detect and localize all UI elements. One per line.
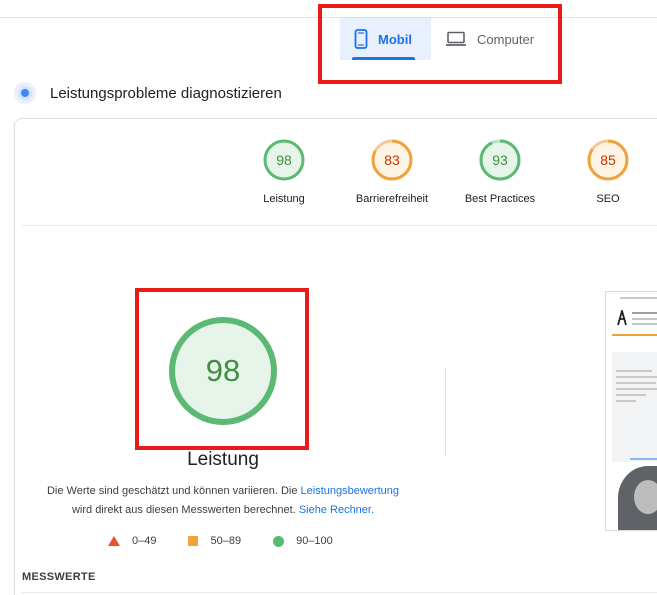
avatar	[618, 466, 657, 530]
calculator-link[interactable]: Siehe Rechner.	[299, 504, 374, 516]
gauge-ring: 83	[371, 139, 413, 181]
score-note: Die Werte sind geschätzt und können vari…	[40, 482, 406, 520]
note-text-2: wird direkt aus diesen Messwerten berech…	[71, 504, 299, 516]
performance-score-link[interactable]: Leistungsbewertung	[301, 485, 399, 497]
gauge-label: SEO	[596, 193, 620, 205]
gauge-ring: 93	[479, 139, 521, 181]
square-icon	[188, 536, 199, 546]
gauge-seo[interactable]: 85 SEO	[558, 139, 657, 205]
gauge-ring: 98	[263, 139, 305, 181]
diagnostics-icon	[14, 82, 36, 104]
legend-range: 90–100	[296, 535, 333, 547]
legend-range: 50–89	[210, 535, 242, 547]
note-text-1: Die Werte sind geschätzt und können vari…	[46, 485, 301, 497]
legend-average: 50–89	[188, 535, 241, 547]
gauge-label: Barrierefreiheit	[355, 193, 429, 205]
tabs-highlight-box	[318, 4, 562, 84]
score-legend: 0–49 50–89 90–100	[108, 535, 365, 547]
legend-range: 0–49	[132, 535, 157, 547]
gauge-ring: 85	[587, 139, 629, 181]
vertical-divider	[445, 368, 446, 456]
legend-fail: 0–49	[108, 535, 156, 547]
section-title: Leistungsprobleme diagnostizieren	[50, 84, 282, 102]
gauge-performance[interactable]: 98 Leistung	[234, 139, 334, 205]
page-screenshot-thumbnail[interactable]	[605, 291, 657, 531]
metrics-divider	[22, 592, 657, 593]
gauge-score: 98	[276, 152, 292, 168]
gauge-accessibility[interactable]: 83 Barrierefreiheit	[342, 139, 442, 205]
score-highlight-box	[135, 288, 309, 450]
gauge-label: Leistung	[263, 193, 305, 205]
gauge-best-practices[interactable]: 93 Best Practices	[450, 139, 550, 205]
gauge-score: 85	[600, 152, 616, 168]
category-gauges: 98 Leistung 83 Barrierefreiheit 93 Best …	[250, 139, 650, 211]
gauge-score: 93	[492, 152, 508, 168]
gauges-divider	[22, 225, 657, 226]
section-heading: Leistungsprobleme diagnostizieren	[14, 82, 282, 104]
gauge-score: 83	[384, 152, 400, 168]
gauge-label: Best Practices	[464, 193, 536, 205]
triangle-icon	[108, 536, 120, 546]
metrics-heading: MESSWERTE	[22, 571, 96, 583]
circle-icon	[273, 535, 285, 547]
legend-pass: 90–100	[273, 535, 333, 547]
performance-title: Leistung	[187, 449, 259, 470]
